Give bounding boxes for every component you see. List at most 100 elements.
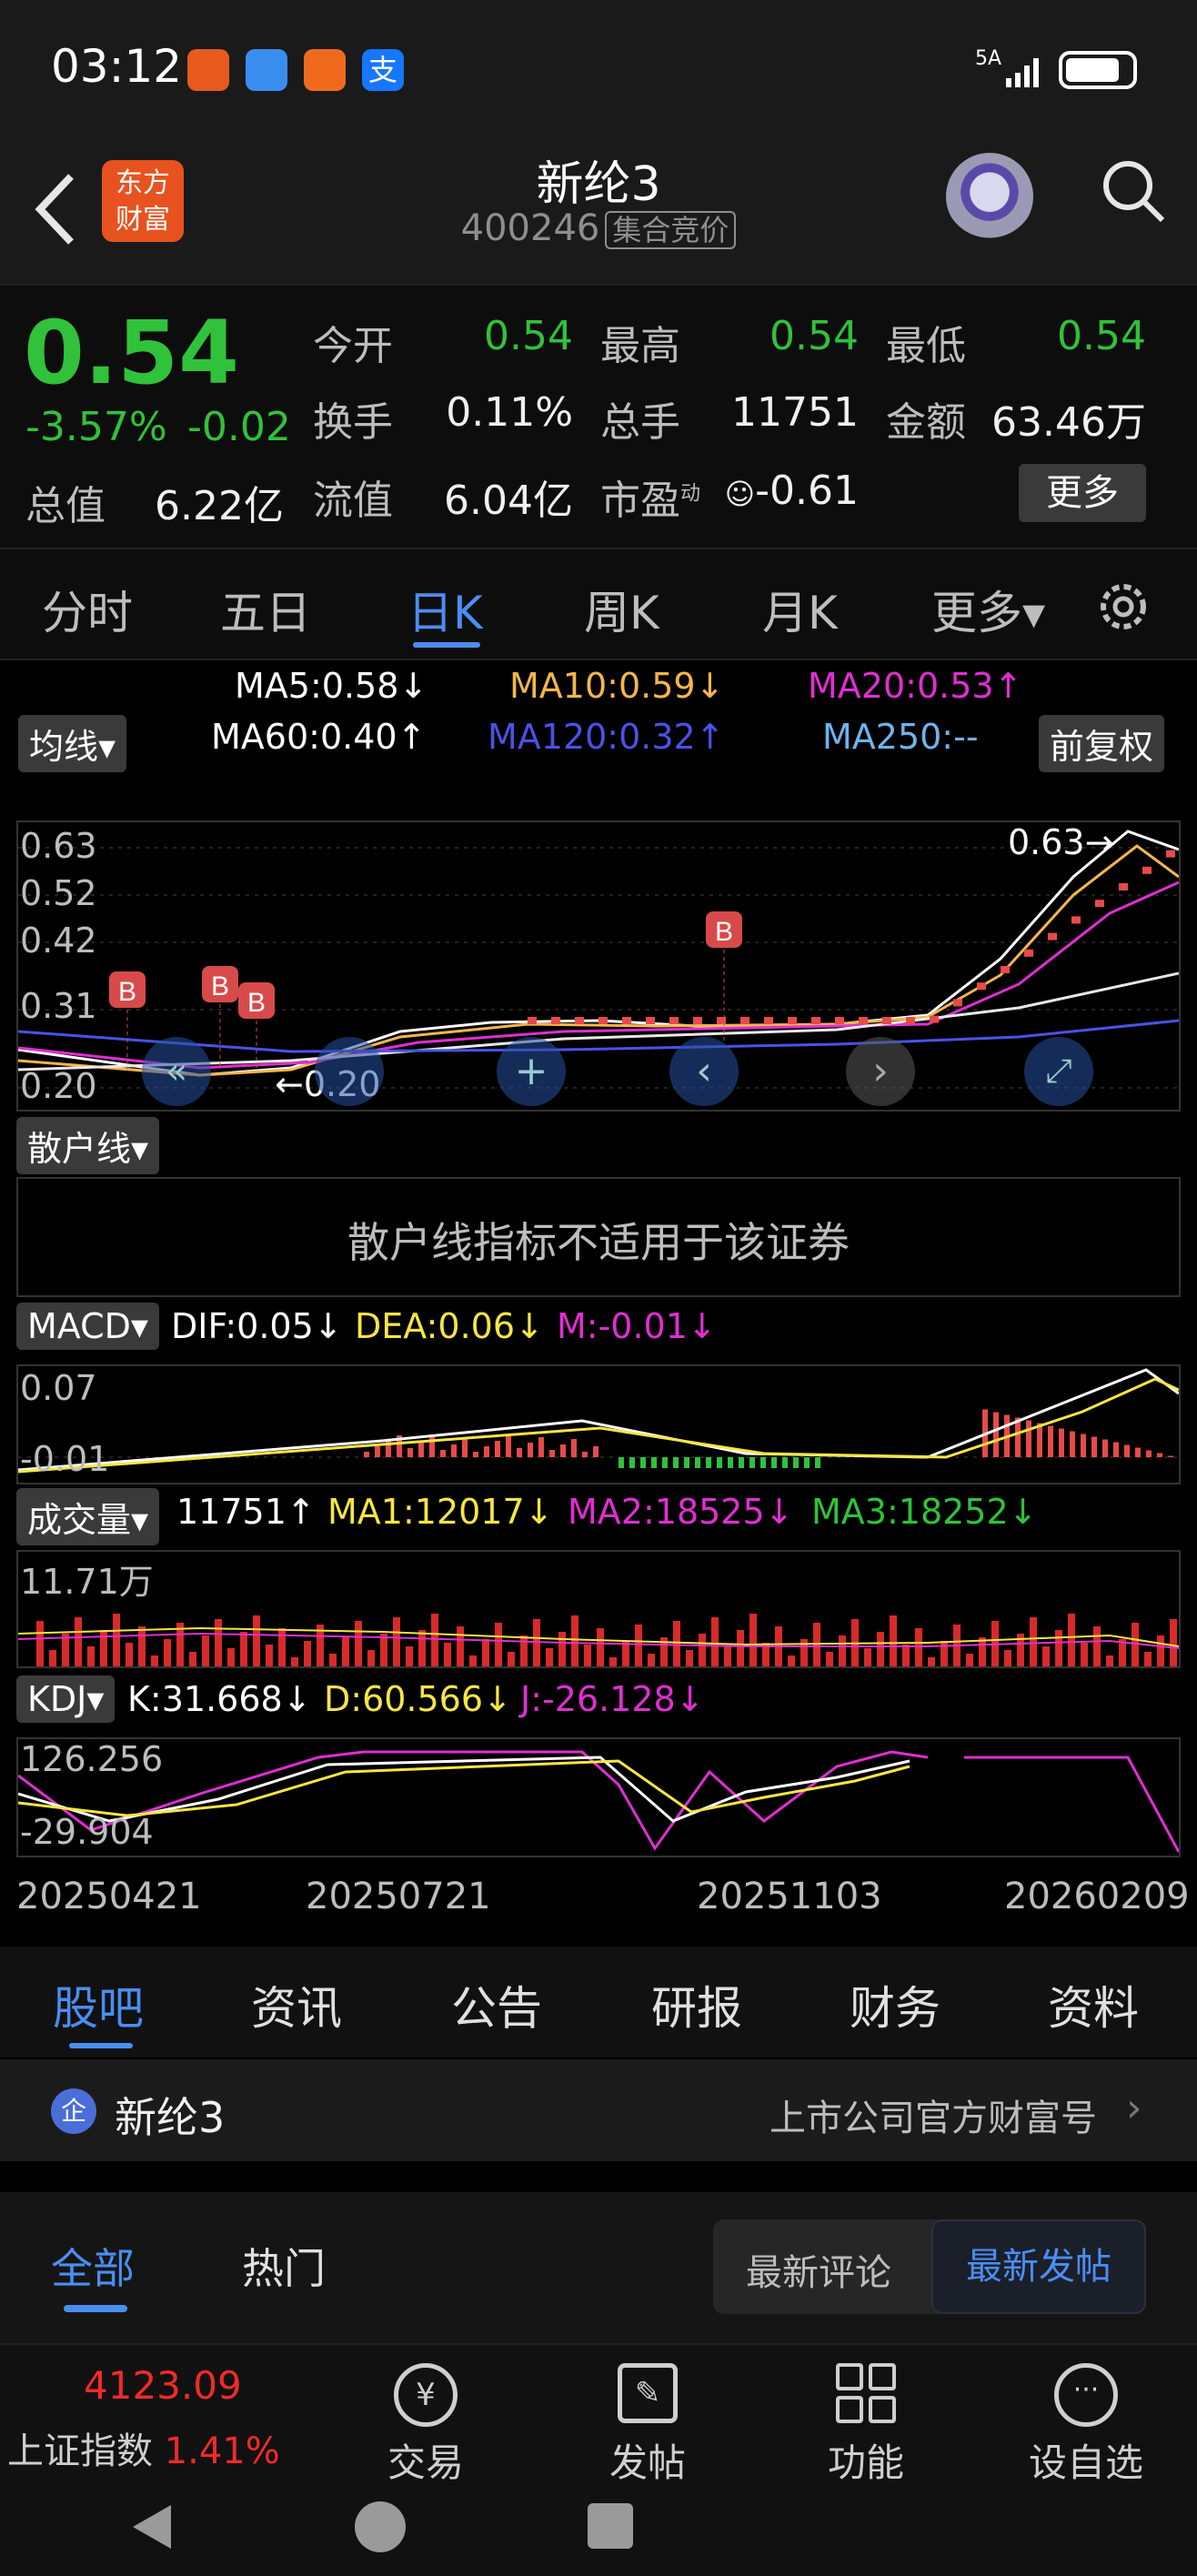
tab-announcement[interactable]: 公告: [451, 1972, 542, 2038]
macd-bar: [1124, 1444, 1130, 1457]
adjust-button[interactable]: 前复权: [1039, 715, 1165, 772]
zoom-out-button[interactable]: [315, 1037, 384, 1106]
macd-bar: [619, 1457, 624, 1468]
change-amount: -0.02: [187, 404, 291, 450]
volume-bar: [1170, 1619, 1177, 1666]
volume-panel[interactable]: 11.71万: [16, 1550, 1181, 1668]
candle: [953, 999, 962, 1007]
company-account-row[interactable]: 企 新纶3 上市公司官方财富号 ›: [0, 2059, 1197, 2161]
system-home-icon[interactable]: [355, 2501, 406, 2552]
tab-monthly-k[interactable]: 月K: [762, 577, 838, 642]
filter-all[interactable]: 全部: [51, 2236, 135, 2296]
nav-add-watchlist[interactable]: ··· 设自选: [1013, 2363, 1159, 2488]
official-account-link[interactable]: 上市公司官方财富号: [770, 2088, 1097, 2141]
settings-gear-icon[interactable]: [1091, 575, 1155, 639]
volume-bar: [278, 1628, 286, 1666]
volume-bar: [826, 1652, 833, 1666]
tab-finance[interactable]: 财务: [850, 1972, 940, 2038]
macd-bar: [582, 1452, 588, 1457]
volume-bar: [291, 1657, 298, 1666]
retail-line-selector[interactable]: 散户线▾: [16, 1117, 160, 1174]
fullscreen-button[interactable]: ⤢: [1024, 1037, 1093, 1106]
index-value[interactable]: 4123.09: [84, 2363, 242, 2408]
macd-y-bottom: -0.01: [20, 1439, 110, 1479]
volume-bar: [597, 1628, 604, 1666]
kdj-selector[interactable]: KDJ▾: [16, 1675, 116, 1723]
volume-bar: [49, 1650, 56, 1666]
system-back-icon[interactable]: [126, 2500, 176, 2554]
macd-panel[interactable]: 0.07 -0.01: [16, 1364, 1181, 1484]
turnover-value: 0.11%: [446, 389, 573, 436]
volume-bar: [877, 1632, 884, 1666]
volume-bar: [418, 1630, 426, 1666]
nav-functions[interactable]: 功能: [793, 2363, 939, 2488]
kline-chart-area: MA5:0.58↓ MA10:0.59↓ MA20:0.53↑ 均线▾ MA60…: [0, 660, 1197, 1947]
tab-more[interactable]: 更多▾: [931, 577, 1045, 642]
index-name[interactable]: 上证指数 1.41%: [7, 2421, 280, 2474]
tab-research[interactable]: 研报: [651, 1972, 742, 2038]
scroll-left-button[interactable]: «: [142, 1037, 211, 1106]
trade-icon: ¥: [394, 2363, 458, 2427]
kline-panel[interactable]: BBBB 0.63 0.52 0.42 0.31 0.20 0.63→ ←0.2…: [16, 820, 1181, 1112]
float-label: 流值: [313, 478, 393, 524]
volume-y-top: 11.71万: [20, 1562, 154, 1602]
volume-bar: [1093, 1626, 1101, 1666]
filter-hot[interactable]: 热门: [242, 2236, 326, 2296]
candle: [1048, 932, 1057, 941]
macd-selector[interactable]: MACD▾: [16, 1303, 159, 1350]
volume-bar: [890, 1615, 897, 1666]
volume-bar: [329, 1654, 337, 1666]
macd-bar: [695, 1457, 700, 1468]
tab-daily-k[interactable]: 日K: [407, 577, 483, 642]
search-icon[interactable]: [1097, 155, 1170, 227]
volume-bar: [902, 1645, 910, 1666]
macd-bar: [528, 1443, 533, 1457]
date-label: 20250421: [16, 1876, 202, 1917]
tab-five-day[interactable]: 五日: [220, 577, 311, 642]
nav-trade[interactable]: ¥ 交易: [353, 2363, 498, 2488]
ma-selector[interactable]: 均线▾: [18, 715, 127, 772]
ma5-value: MA5:0.58↓: [235, 666, 428, 706]
ma60-value: MA60:0.40↑: [211, 717, 427, 757]
volume-bar: [202, 1635, 209, 1666]
volume-bar: [75, 1617, 82, 1666]
volume-bar: [342, 1637, 349, 1666]
volume-bar: [648, 1654, 655, 1666]
volume-bar: [482, 1639, 489, 1666]
tab-guba[interactable]: 股吧: [53, 1972, 144, 2038]
sort-latest-comment[interactable]: 最新评论: [746, 2243, 891, 2296]
kdj-y-bottom: -29.904: [20, 1812, 154, 1852]
robot-assistant-icon[interactable]: [946, 153, 1033, 240]
volume-bar: [839, 1635, 846, 1666]
system-recents-icon[interactable]: [588, 2503, 633, 2549]
macd-dea: DEA:0.06↓: [355, 1306, 544, 1346]
volume-bar: [737, 1630, 744, 1666]
tab-profile[interactable]: 资料: [1048, 1972, 1139, 2038]
volume-selector[interactable]: 成交量▾: [16, 1488, 160, 1545]
macd-bar: [640, 1457, 646, 1468]
tab-intraday[interactable]: 分时: [42, 577, 133, 642]
period-tabs: 分时 五日 日K 周K 月K 更多▾: [0, 548, 1197, 660]
volume-bar: [393, 1617, 400, 1666]
volume-bar: [138, 1626, 146, 1666]
zoom-in-button[interactable]: +: [497, 1037, 566, 1106]
volume-bar: [240, 1632, 247, 1666]
next-button[interactable]: ›: [846, 1037, 915, 1106]
volume-bar: [355, 1621, 362, 1666]
candle: [740, 1017, 749, 1024]
macd-bar: [1026, 1420, 1031, 1457]
sort-latest-post[interactable]: 最新发帖: [931, 2219, 1146, 2314]
volume-bar: [558, 1632, 566, 1666]
tab-news[interactable]: 资讯: [251, 1972, 342, 2038]
volume-bar: [444, 1643, 451, 1666]
tab-weekly-k[interactable]: 周K: [584, 577, 659, 642]
kdj-panel[interactable]: 126.256 -29.904: [16, 1737, 1181, 1857]
prev-button[interactable]: ‹: [669, 1037, 739, 1106]
more-button[interactable]: 更多: [1019, 464, 1146, 522]
nav-post[interactable]: ✎ 发帖: [575, 2363, 720, 2488]
macd-bar: [538, 1437, 544, 1457]
volume-bar: [457, 1626, 464, 1666]
macd-bar: [364, 1452, 369, 1457]
volume-bar: [864, 1648, 871, 1666]
candle: [598, 1017, 608, 1024]
